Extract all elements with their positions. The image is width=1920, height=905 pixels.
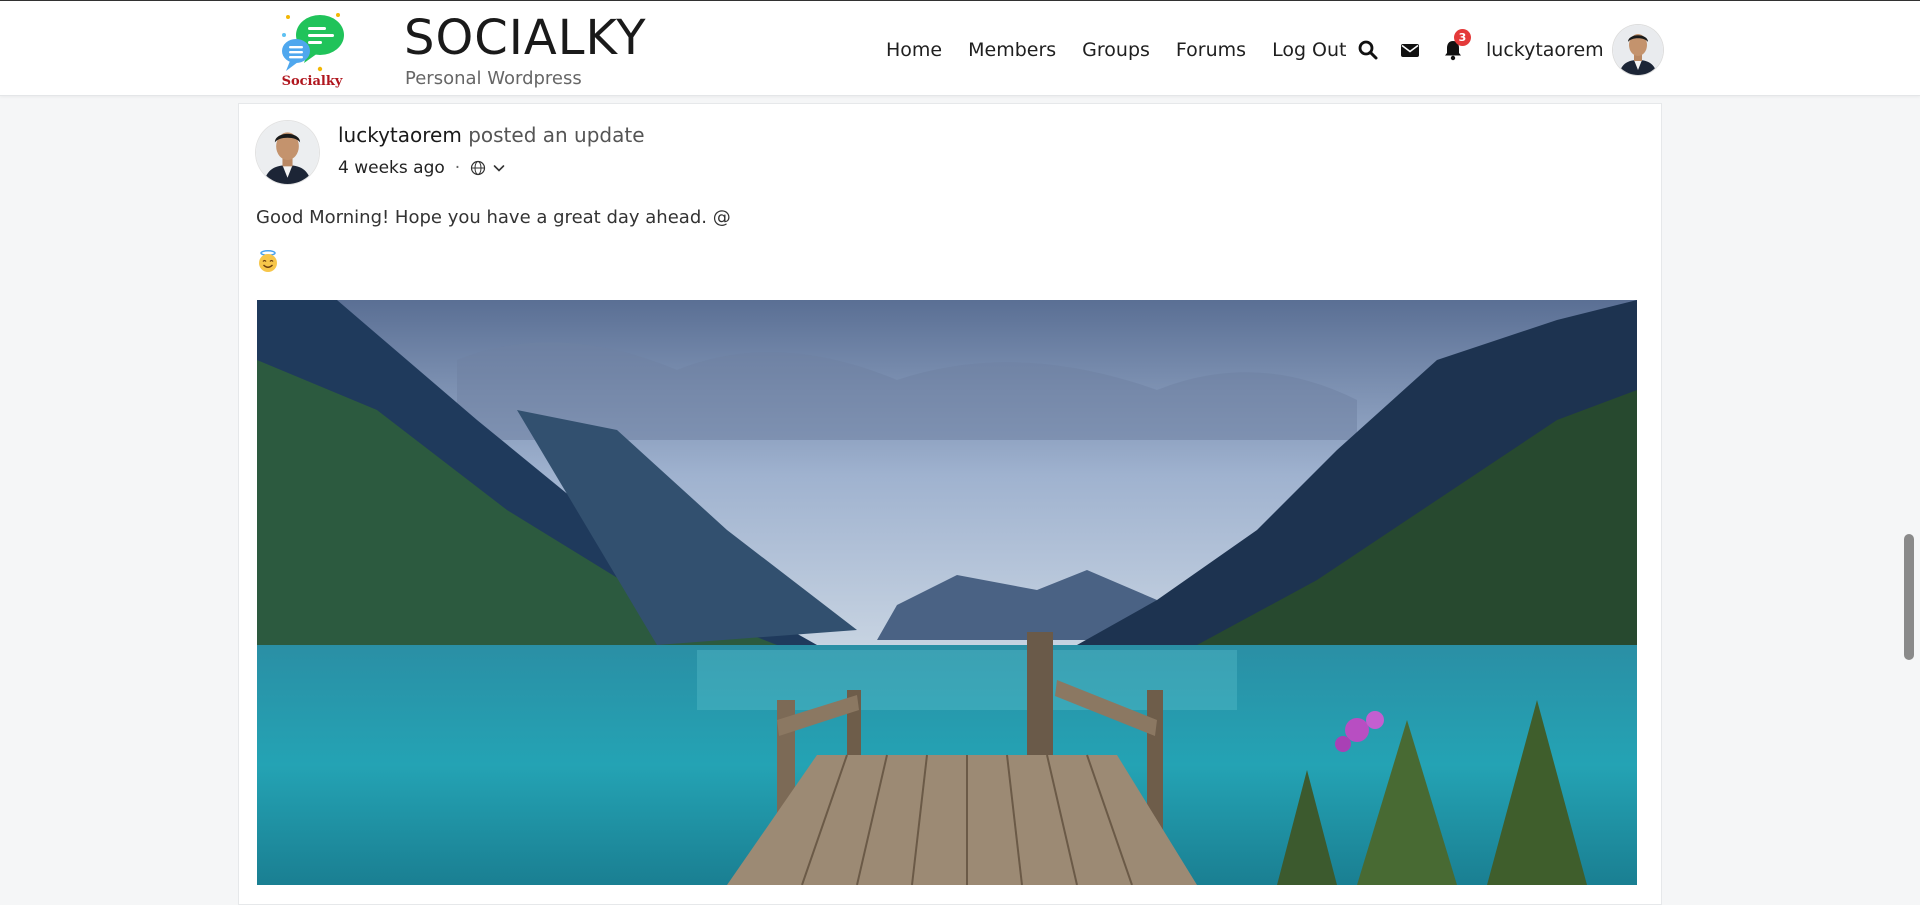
header-avatar[interactable]: [1613, 25, 1663, 75]
site-tagline: Personal Wordpress: [405, 68, 582, 89]
site-logo[interactable]: Socialky: [278, 11, 346, 89]
meta-separator: ·: [454, 158, 461, 178]
logo-wordmark: Socialky: [282, 74, 343, 89]
main-nav: Home Members Groups Forums Log Out: [886, 39, 1347, 61]
chevron-down-icon[interactable]: [492, 161, 506, 175]
site-header: Socialky SOCIALKY Personal Wordpress Hom…: [0, 1, 1920, 96]
post-photo[interactable]: [257, 300, 1637, 885]
halo-smile-emoji-icon: [259, 250, 277, 272]
globe-icon[interactable]: [470, 160, 486, 176]
page-scrollbar[interactable]: [1904, 534, 1914, 660]
post-content-text: Good Morning! Hope you have a great day …: [256, 207, 731, 228]
post-author-avatar[interactable]: [256, 121, 319, 184]
post-timestamp[interactable]: 4 weeks ago: [338, 158, 445, 178]
post-meta: 4 weeks ago ·: [338, 158, 506, 178]
envelope-icon[interactable]: [1399, 39, 1421, 61]
nav-groups[interactable]: Groups: [1082, 39, 1150, 61]
search-icon[interactable]: [1357, 39, 1379, 61]
nav-home[interactable]: Home: [886, 39, 942, 61]
nav-forums[interactable]: Forums: [1176, 39, 1246, 61]
nav-members[interactable]: Members: [968, 39, 1056, 61]
post-header: luckytaorem posted an update: [338, 123, 645, 147]
header-username[interactable]: luckytaorem: [1486, 39, 1604, 61]
post-action-text: posted an update: [468, 123, 645, 147]
nav-logout[interactable]: Log Out: [1272, 39, 1346, 61]
notification-badge: 3: [1454, 29, 1471, 46]
site-title[interactable]: SOCIALKY: [404, 9, 647, 67]
post-author-link[interactable]: luckytaorem: [338, 123, 462, 147]
